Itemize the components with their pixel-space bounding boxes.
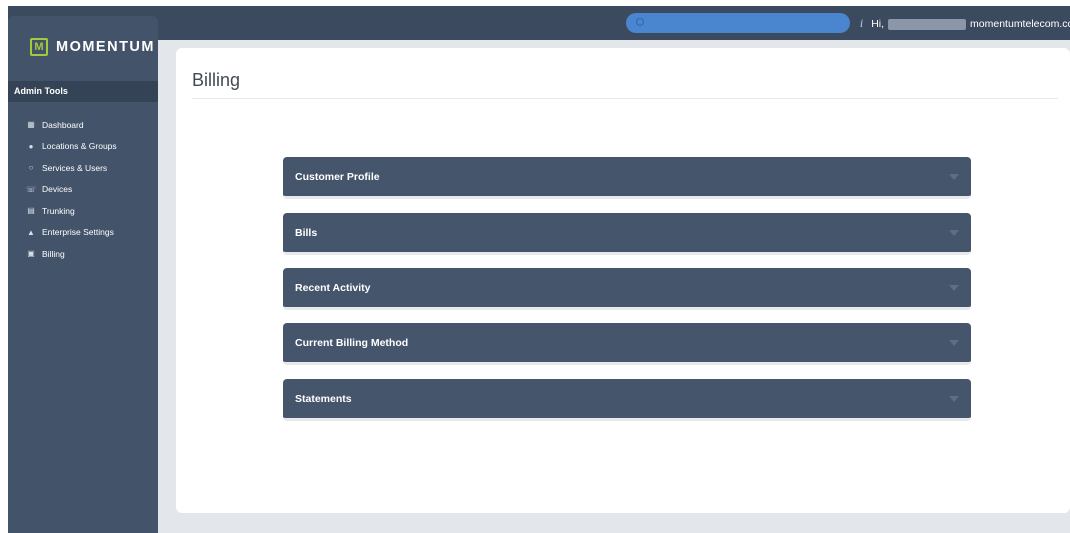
sidebar-item-label: Locations & Groups xyxy=(42,141,117,152)
accordion-statements[interactable]: Statements xyxy=(283,379,971,421)
chevron-down-icon xyxy=(949,174,959,180)
sidebar-item-dashboard[interactable]: ▦ Dashboard xyxy=(26,114,117,136)
accordion-customer-profile[interactable]: Customer Profile xyxy=(283,157,971,199)
momentum-logo-icon: M xyxy=(30,38,48,56)
sidebar-item-billing[interactable]: ▣ Billing xyxy=(26,243,117,265)
user-greeting: i Hi, momentumtelecom.co xyxy=(860,17,1070,31)
sidebar-item-label: Dashboard xyxy=(42,119,84,130)
chevron-down-icon xyxy=(949,340,959,346)
divider xyxy=(192,98,1058,99)
sidebar: M MOMENTUM Admin Tools ▦ Dashboard ● Loc… xyxy=(8,16,158,533)
sidebar-item-trunking[interactable]: ▤ Trunking xyxy=(26,200,117,222)
chevron-down-icon xyxy=(949,285,959,291)
info-icon: i xyxy=(860,18,864,30)
app-frame: i Hi, momentumtelecom.co M MOMENTUM Admi… xyxy=(0,0,1070,533)
sidebar-nav: ▦ Dashboard ● Locations & Groups ○ Servi… xyxy=(26,114,117,265)
search-icon xyxy=(636,18,644,26)
accordion-label: Statements xyxy=(295,393,352,405)
sidebar-item-locations-groups[interactable]: ● Locations & Groups xyxy=(26,136,117,158)
greeting-domain: momentumtelecom.co xyxy=(970,18,1070,30)
map-pin-icon: ● xyxy=(28,141,34,151)
sidebar-item-label: Enterprise Settings xyxy=(42,227,114,238)
phone-icon: ☏ xyxy=(26,184,37,194)
sidebar-item-label: Services & Users xyxy=(42,162,108,173)
page-title: Billing xyxy=(192,70,241,90)
accordion-label: Recent Activity xyxy=(295,282,371,294)
redacted-username xyxy=(888,18,967,30)
credit-card-icon: ▣ xyxy=(27,249,35,259)
sidebar-item-label: Devices xyxy=(42,184,73,195)
sidebar-item-label: Trunking xyxy=(42,205,75,216)
sidebar-item-enterprise-settings[interactable]: ▲ Enterprise Settings xyxy=(26,222,117,244)
main-content: Billing Customer Profile Bills Recent Ac… xyxy=(176,48,1070,513)
admin-tools-heading: Admin Tools xyxy=(8,81,158,102)
sidebar-item-label: Billing xyxy=(42,248,65,259)
server-icon: ▤ xyxy=(27,206,35,216)
chevron-down-icon xyxy=(949,230,959,236)
brand-name: MOMENTUM xyxy=(56,39,155,55)
sidebar-item-services-users[interactable]: ○ Services & Users xyxy=(26,157,117,179)
accordion-recent-activity[interactable]: Recent Activity xyxy=(283,268,971,310)
accordion-label: Current Billing Method xyxy=(295,337,409,349)
search-input[interactable] xyxy=(626,13,850,33)
hierarchy-icon: ▲ xyxy=(27,227,35,237)
brand-logo[interactable]: M MOMENTUM xyxy=(30,38,155,56)
greeting-prefix: Hi, xyxy=(871,18,885,30)
accordion-label: Bills xyxy=(295,227,318,239)
sidebar-item-devices[interactable]: ☏ Devices xyxy=(26,179,117,201)
accordion-current-billing-method[interactable]: Current Billing Method xyxy=(283,323,971,365)
app-shell: i Hi, momentumtelecom.co M MOMENTUM Admi… xyxy=(8,6,1070,533)
users-icon: ○ xyxy=(28,163,34,173)
top-bar: i Hi, momentumtelecom.co xyxy=(8,6,1070,40)
accordion-label: Customer Profile xyxy=(295,171,380,183)
grid-icon: ▦ xyxy=(27,120,35,130)
accordion-bills[interactable]: Bills xyxy=(283,213,971,255)
chevron-down-icon xyxy=(949,396,959,402)
